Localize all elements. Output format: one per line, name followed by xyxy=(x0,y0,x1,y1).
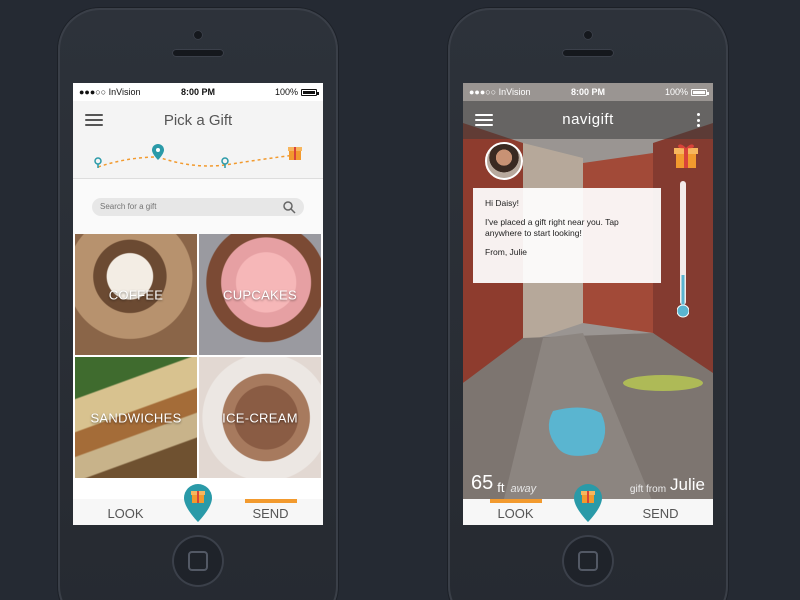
search-input[interactable] xyxy=(100,202,282,211)
category-label: COFFEE xyxy=(108,287,164,302)
nav-look[interactable]: LOOK xyxy=(463,499,568,525)
avatar xyxy=(485,142,523,180)
progress-steps xyxy=(73,139,323,179)
battery-icon xyxy=(301,88,319,96)
category-label: SANDWICHES xyxy=(90,410,182,425)
left-screen: ●●●○○ InVision 8:00 PM 100% Pick a Gift xyxy=(73,83,323,525)
progress-path xyxy=(94,144,302,168)
distance-bar: 65 ft away gift from Julie xyxy=(463,469,713,499)
category-label: CUPCAKES xyxy=(223,287,297,302)
camera xyxy=(583,30,593,40)
category-tile-ice-cream[interactable]: ICE-CREAM xyxy=(199,357,321,478)
right-screen: ●●●○○ InVision 8:00 PM 100% navigift Hi … xyxy=(463,83,713,525)
search-bar xyxy=(92,197,304,216)
app-title: navigift xyxy=(562,111,614,128)
nav-look[interactable]: LOOK xyxy=(73,499,178,525)
home-button[interactable] xyxy=(562,535,614,587)
search-icon[interactable] xyxy=(282,200,296,214)
status-time: 8:00 PM xyxy=(180,87,215,97)
map-pin-icon xyxy=(221,157,229,168)
speaker xyxy=(172,49,224,57)
distance-unit: ft xyxy=(497,480,505,495)
camera xyxy=(193,30,203,40)
gift-icon xyxy=(288,147,302,160)
gift-from-label: gift from xyxy=(629,484,667,495)
hamburger-icon[interactable] xyxy=(475,114,493,126)
gift-message-card[interactable]: Hi Daisy! I've placed a gift right near … xyxy=(473,188,661,283)
status-time: 8:00 PM xyxy=(570,87,605,97)
hamburger-icon[interactable] xyxy=(85,114,103,126)
left-phone: ●●●○○ InVision 8:00 PM 100% Pick a Gift xyxy=(58,8,338,600)
category-tile-coffee[interactable]: COFFEE xyxy=(75,234,197,355)
gift-pin-button[interactable] xyxy=(183,483,213,523)
kebab-icon[interactable] xyxy=(697,113,701,127)
category-tile-sandwiches[interactable]: SANDWICHES xyxy=(75,357,197,478)
speaker xyxy=(562,49,614,57)
distance-value: 65 xyxy=(471,472,494,494)
category-label: ICE-CREAM xyxy=(222,410,298,425)
home-button[interactable] xyxy=(172,535,224,587)
message-greeting: Hi Daisy! xyxy=(485,198,520,208)
thermometer-icon xyxy=(676,181,690,319)
nav-send[interactable]: SEND xyxy=(608,499,713,525)
nav-send[interactable]: SEND xyxy=(218,499,323,525)
battery-icon xyxy=(691,88,709,96)
status-bar: ●●●○○ InVision 8:00 PM 100% xyxy=(463,83,713,101)
search-area xyxy=(73,179,323,234)
category-tile-cupcakes[interactable]: CUPCAKES xyxy=(199,234,321,355)
page-title: Pick a Gift xyxy=(163,111,233,129)
gift-category-grid: COFFEE CUPCAKES SANDWICHES ICE-CREAM xyxy=(73,234,323,478)
gift-icon[interactable] xyxy=(674,143,698,169)
sender-name: Julie xyxy=(670,475,705,494)
message-body: I've placed a gift right near you. Tap a… xyxy=(485,217,619,238)
app-header: navigift xyxy=(463,101,713,139)
right-phone: ●●●○○ InVision 8:00 PM 100% navigift Hi … xyxy=(448,8,728,600)
status-bar: ●●●○○ InVision 8:00 PM 100% xyxy=(73,83,323,101)
message-signoff: From, Julie xyxy=(485,247,528,257)
distance-away-label: away xyxy=(510,483,537,495)
app-header: Pick a Gift xyxy=(73,101,323,139)
gift-icon xyxy=(184,484,212,522)
